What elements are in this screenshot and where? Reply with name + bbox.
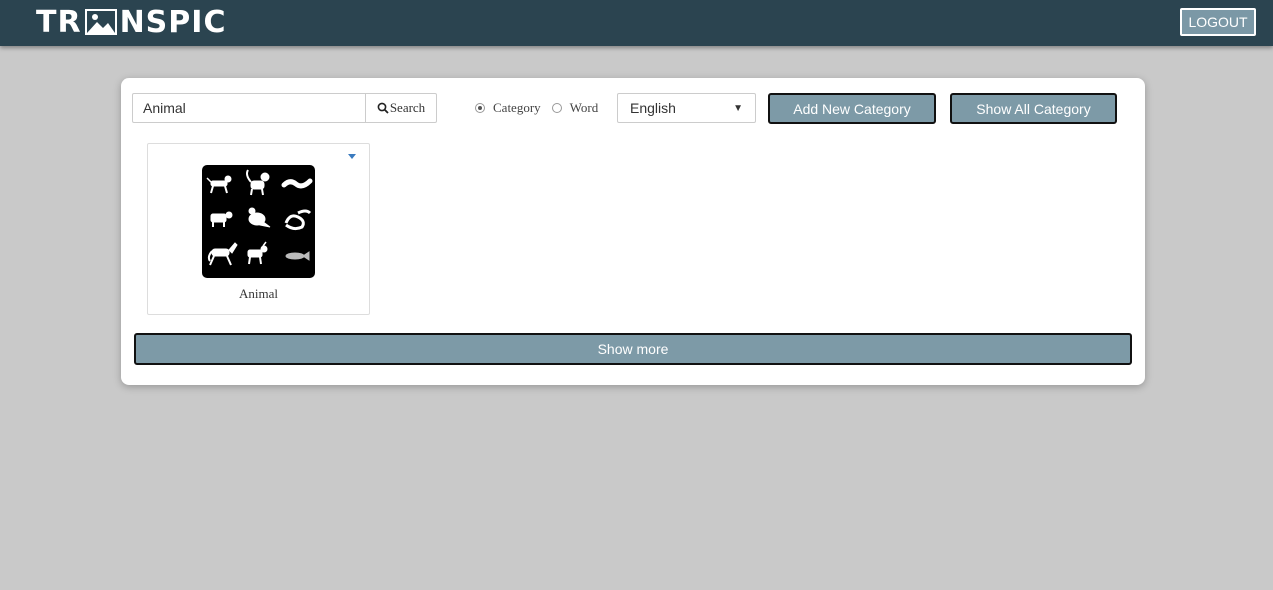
logout-button[interactable]: LOGOUT (1180, 8, 1256, 36)
caret-down-icon: ▼ (733, 102, 743, 114)
category-radio-label: Category (493, 100, 541, 115)
add-new-category-button[interactable]: Add New Category (768, 93, 936, 124)
search-button-label: Search (389, 100, 426, 115)
top-navbar: TR NSPIC LOGOUT (0, 0, 1273, 46)
show-more-button[interactable]: Show more (134, 333, 1132, 365)
card-dropdown-icon[interactable] (348, 154, 356, 159)
language-select-value: English (630, 100, 676, 116)
picture-icon (84, 8, 118, 36)
main-panel: Animal Search Category Word English ▼ Ad… (121, 78, 1145, 385)
word-radio-label: Word (569, 100, 599, 115)
category-radio[interactable] (475, 103, 485, 113)
word-radio[interactable] (551, 103, 562, 113)
app-logo[interactable]: TR NSPIC (36, 4, 226, 40)
language-select[interactable]: English ▼ (617, 93, 756, 123)
logo-text-right: NSPIC (119, 4, 227, 40)
search-mode-radio-group: Category Word (475, 99, 609, 117)
logo-text-left: TR (36, 4, 82, 40)
search-button[interactable]: Search (365, 93, 437, 123)
animal-collage-image (202, 165, 315, 278)
search-input[interactable]: Animal (132, 93, 366, 123)
category-card-label: Animal (239, 286, 278, 301)
category-card[interactable]: Animal (147, 143, 370, 315)
show-all-category-button[interactable]: Show All Category (950, 93, 1117, 124)
search-icon (377, 102, 389, 114)
